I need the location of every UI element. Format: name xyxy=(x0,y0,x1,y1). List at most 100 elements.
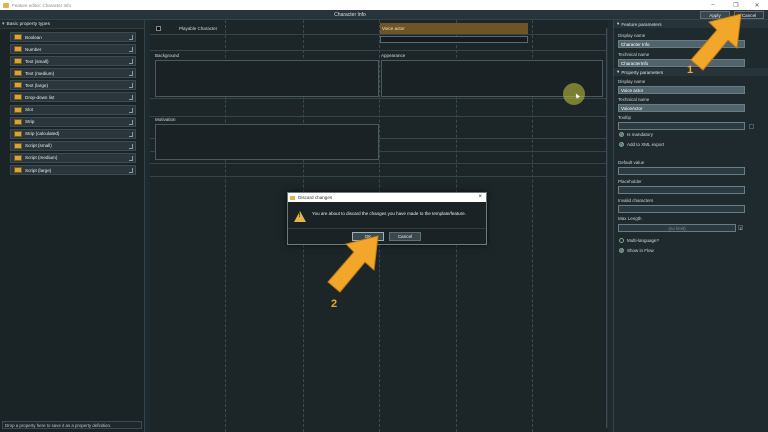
dialog-cancel-button[interactable]: Cancel xyxy=(389,232,421,241)
property-type-icon xyxy=(14,118,22,125)
show-in-flow-checkbox[interactable] xyxy=(619,248,624,254)
default-value-input[interactable] xyxy=(618,167,745,175)
property-type-label: Strip xyxy=(25,119,35,125)
drag-handle-icon xyxy=(129,71,133,77)
motivation-textarea[interactable] xyxy=(155,124,379,160)
max-length-input[interactable]: (no limit) xyxy=(618,224,736,232)
tooltip-input[interactable] xyxy=(618,122,745,130)
property-types-header[interactable]: ▾ Basic property types xyxy=(0,20,144,29)
app-icon xyxy=(3,2,9,8)
property-type-label: Script (medium) xyxy=(25,155,58,161)
multi-language-label: Multi-language? xyxy=(627,238,660,243)
property-type-boolean[interactable]: Boolean xyxy=(10,32,136,42)
prop-technical-name-label: Technical name xyxy=(618,97,650,102)
property-types-title: Basic property types xyxy=(6,21,50,27)
default-value-label: Default value xyxy=(618,160,645,165)
dialog-title: Discard changes xyxy=(298,195,333,200)
tooltip-option-icon[interactable] xyxy=(749,124,754,129)
tooltip-label: Tooltip xyxy=(618,115,632,120)
placeholder-input[interactable] xyxy=(618,186,745,194)
close-icon[interactable]: × xyxy=(478,194,482,200)
property-type-icon xyxy=(14,58,22,65)
technical-name-label: Technical name xyxy=(618,52,650,57)
property-type-label: Text (large) xyxy=(25,82,48,88)
property-type-label: Script (small) xyxy=(25,143,52,149)
add-xml-export-label: Add to XML export xyxy=(627,142,665,147)
property-type-dropdown-list[interactable]: Drop-down list xyxy=(10,92,136,103)
property-type-slot[interactable]: Slot xyxy=(10,104,136,115)
prop-display-name-label: Display name xyxy=(618,79,646,84)
step-number-2: 2 xyxy=(331,298,338,310)
prop-technical-name-input[interactable]: VoiceActor xyxy=(618,104,745,112)
prop-display-name-input[interactable]: Voice actor xyxy=(618,86,745,94)
row-divider xyxy=(150,176,608,177)
background-label: Background xyxy=(155,53,180,58)
property-type-icon xyxy=(14,94,22,101)
row-divider xyxy=(150,98,608,99)
row-divider xyxy=(150,163,608,164)
tutorial-arrow-2 xyxy=(327,235,379,293)
property-type-icon xyxy=(14,106,22,113)
dialog-app-icon xyxy=(290,195,295,200)
canvas-scrollbar[interactable] xyxy=(606,28,608,428)
property-type-label: Strip (calculated) xyxy=(25,131,60,137)
add-xml-export-checkbox[interactable] xyxy=(619,142,624,148)
voice-actor-field-selected[interactable]: Voice actor xyxy=(380,23,528,34)
tutorial-arrow-1 xyxy=(690,13,742,71)
voice-actor-input[interactable] xyxy=(380,36,528,43)
background-textarea[interactable] xyxy=(155,60,379,97)
warning-mark: ! xyxy=(298,213,301,219)
appearance-label: Appearance xyxy=(381,53,406,58)
drag-handle-icon xyxy=(129,143,133,149)
drag-handle-icon xyxy=(129,168,133,174)
drop-zone-hint[interactable]: Drop a property here to save it as a pro… xyxy=(2,421,142,429)
placeholder-label: Placeholder xyxy=(618,179,642,184)
property-type-script-small[interactable]: Script (small) xyxy=(10,140,136,151)
property-type-script-medium[interactable]: Script (medium) xyxy=(10,152,136,163)
drag-handle-icon xyxy=(129,119,133,125)
playable-character-label: Playable Character xyxy=(179,26,218,31)
drag-handle-icon xyxy=(129,107,133,113)
property-type-label: Text (small) xyxy=(25,58,49,64)
property-type-label: Text (medium) xyxy=(25,70,55,76)
property-type-list: Boolean Number Text (small) Text (medium… xyxy=(10,32,136,177)
row-divider xyxy=(150,34,608,35)
invalid-characters-input[interactable] xyxy=(618,205,745,213)
motivation-label: Motivation xyxy=(155,117,176,122)
property-type-label: Number xyxy=(25,46,42,52)
row-divider xyxy=(150,50,608,51)
window-title: Feature editor: Character Info xyxy=(12,2,72,8)
stepper-icon[interactable]: ⇕ xyxy=(738,225,743,231)
drag-handle-icon xyxy=(129,155,133,161)
drag-handle-icon xyxy=(129,47,133,53)
display-name-label: Display name xyxy=(618,33,646,38)
property-type-icon xyxy=(14,130,22,137)
editor-title: Character Info xyxy=(334,12,366,18)
show-in-flow-label: Show in Flow xyxy=(627,248,654,253)
property-type-label: Slot xyxy=(25,107,33,113)
property-type-icon xyxy=(14,46,22,53)
property-type-strip[interactable]: Strip xyxy=(10,116,136,127)
is-mandatory-checkbox[interactable] xyxy=(619,132,624,138)
property-type-strip-calculated[interactable]: Strip (calculated) xyxy=(10,128,136,139)
step-number-1: 1 xyxy=(687,64,694,76)
property-type-label: Script (large) xyxy=(25,167,52,173)
property-type-script-large[interactable]: Script (large) xyxy=(10,165,136,176)
chevron-down-icon: ▾ xyxy=(2,21,5,27)
dialog-message: You are about to discard the changes you… xyxy=(312,211,466,216)
property-type-number[interactable]: Number xyxy=(10,44,136,55)
multi-language-checkbox[interactable] xyxy=(619,238,624,243)
property-types-panel: ▾ Basic property types Boolean Number Te… xyxy=(0,20,145,432)
playable-character-checkbox[interactable] xyxy=(156,26,161,31)
property-type-label: Drop-down list xyxy=(25,94,55,100)
drag-handle-icon xyxy=(129,35,133,40)
invalid-characters-label: Invalid characters xyxy=(618,198,654,203)
window-titlebar: Feature editor: Character Info – ❐ ✕ xyxy=(0,0,768,10)
is-mandatory-label: Is mandatory xyxy=(627,132,654,137)
property-type-icon xyxy=(14,154,22,161)
property-type-text-small[interactable]: Text (small) xyxy=(10,56,136,67)
property-type-label: Boolean xyxy=(25,34,42,40)
property-type-text-large[interactable]: Text (large) xyxy=(10,80,136,91)
max-length-label: Max Length xyxy=(618,216,642,221)
property-type-text-medium[interactable]: Text (medium) xyxy=(10,68,136,79)
